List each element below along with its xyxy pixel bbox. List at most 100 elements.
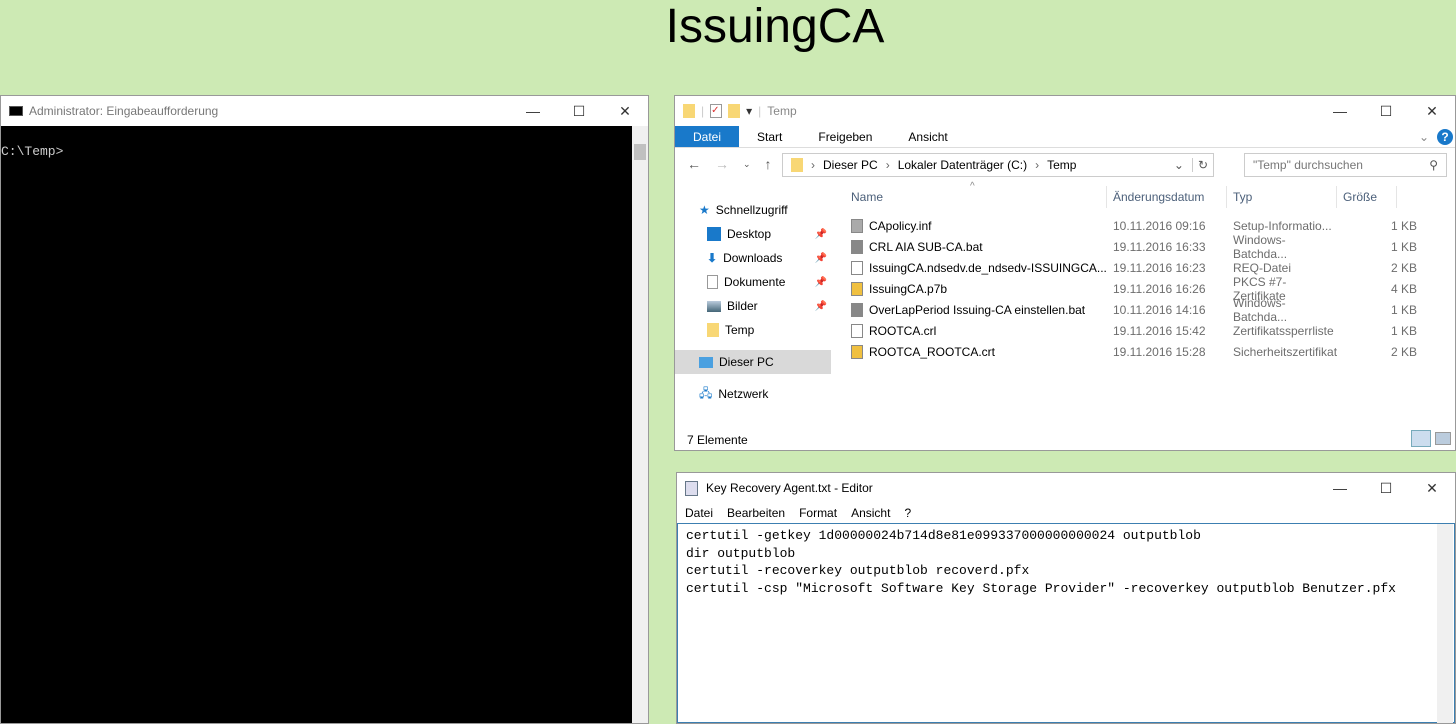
column-date[interactable]: Änderungsdatum xyxy=(1107,186,1227,208)
file-type: Zertifikatssperrliste xyxy=(1233,323,1334,338)
column-type[interactable]: Typ xyxy=(1227,186,1337,208)
column-name[interactable]: Name xyxy=(845,186,1107,208)
text-line: dir outputblob xyxy=(686,545,796,561)
menu-bearbeiten[interactable]: Bearbeiten xyxy=(727,506,785,520)
notepad-text-area[interactable]: certutil -getkey 1d00000024b714d8e81e099… xyxy=(677,523,1455,723)
pin-icon[interactable]: 📌 xyxy=(815,253,827,264)
nav-quick-access[interactable]: ★ Schnellzugriff xyxy=(675,198,831,222)
document-icon xyxy=(707,275,718,289)
address-dropdown-icon[interactable]: ⌄ xyxy=(1174,158,1184,172)
file-size: 2 KB xyxy=(1390,260,1417,275)
menu-datei[interactable]: Datei xyxy=(685,506,713,520)
large-icons-view-icon[interactable] xyxy=(1435,432,1451,445)
file-icon xyxy=(851,239,863,254)
maximize-button[interactable]: ☐ xyxy=(1363,96,1409,126)
file-type: Sicherheitszertifikat xyxy=(1233,344,1338,359)
cmd-scrollbar[interactable] xyxy=(632,126,648,723)
desktop-icon xyxy=(707,227,721,241)
file-name: CApolicy.inf xyxy=(869,218,932,233)
computer-icon xyxy=(699,356,713,368)
file-icon xyxy=(851,302,863,317)
breadcrumb-item[interactable]: Temp xyxy=(1047,158,1076,172)
file-type: REQ-Datei xyxy=(1233,260,1292,275)
help-icon[interactable]: ? xyxy=(1437,129,1453,145)
folder-icon xyxy=(707,323,719,337)
network-icon: 🖧 xyxy=(699,385,713,400)
minimize-button[interactable]: — xyxy=(1317,473,1363,503)
notepad-icon xyxy=(685,480,698,496)
menu-ansicht[interactable]: Ansicht xyxy=(851,506,890,520)
notepad-scrollbar[interactable] xyxy=(1437,524,1453,723)
maximize-button[interactable]: ☐ xyxy=(556,96,602,126)
file-date: 19.11.2016 16:33 xyxy=(1113,239,1206,254)
new-folder-icon[interactable] xyxy=(728,104,741,118)
nav-documents[interactable]: Dokumente 📌 xyxy=(675,270,831,294)
file-date: 19.11.2016 16:26 xyxy=(1113,281,1206,296)
file-name: ROOTCA.crl xyxy=(869,323,937,338)
minimize-button[interactable]: — xyxy=(510,96,556,126)
file-name: IssuingCA.p7b xyxy=(869,281,948,296)
file-date: 19.11.2016 16:23 xyxy=(1113,260,1206,275)
minimize-button[interactable]: — xyxy=(1317,96,1363,126)
explorer-window[interactable]: | ✓ ▾ | Temp — ☐ ✕ Datei Start Freigeben A… xyxy=(674,95,1456,451)
forward-icon[interactable]: → xyxy=(715,156,729,172)
menu-format[interactable]: Format xyxy=(799,506,837,520)
cmd-console[interactable]: C:\Temp> xyxy=(1,126,632,723)
search-input[interactable]: "Temp" durchsuchen ⚲ xyxy=(1244,153,1447,177)
cmd-window[interactable]: Administrator: Eingabeaufforderung — ☐ ✕ C… xyxy=(0,95,649,724)
search-icon: ⚲ xyxy=(1429,158,1438,172)
pin-icon[interactable]: 📌 xyxy=(815,229,827,240)
back-icon[interactable]: ← xyxy=(687,156,701,172)
tab-ansicht[interactable]: Ansicht xyxy=(890,126,965,147)
file-list: CApolicy.inf 10.11.2016 09:16 Setup-Inform… xyxy=(845,215,1417,362)
pictures-icon xyxy=(707,300,721,312)
file-size: 4 KB xyxy=(1390,281,1417,296)
file-row[interactable]: OverLapPeriod Issuing-CA einstellen.bat 1… xyxy=(845,296,1417,324)
tab-freigeben[interactable]: Freigeben xyxy=(800,126,890,147)
file-date: 19.11.2016 15:42 xyxy=(1113,323,1206,338)
file-row[interactable]: ROOTCA_ROOTCA.crt 19.11.2016 15:28 Sicherh… xyxy=(845,341,1417,362)
file-type: Windows-Batchda... xyxy=(1233,232,1288,261)
file-icon xyxy=(851,260,863,275)
file-row[interactable]: ROOTCA.crl 19.11.2016 15:42 Zertifikatsspe… xyxy=(845,320,1417,341)
folder-icon xyxy=(683,104,695,118)
pin-icon[interactable]: 📌 xyxy=(815,301,827,312)
refresh-icon[interactable]: ↻ xyxy=(1191,158,1213,172)
nav-network[interactable]: 🖧 Netzwerk xyxy=(675,382,831,406)
page-title: IssuingCA xyxy=(665,0,885,53)
menu-help[interactable]: ? xyxy=(904,506,911,520)
nav-downloads[interactable]: ⬇ Downloads 📌 xyxy=(675,246,831,270)
close-button[interactable]: ✕ xyxy=(1409,473,1455,503)
file-icon xyxy=(851,344,863,359)
notepad-window[interactable]: Key Recovery Agent.txt - Editor — ☐ ✕ Date… xyxy=(676,472,1456,724)
tab-datei[interactable]: Datei xyxy=(675,126,740,147)
file-icon xyxy=(851,323,863,338)
tab-start[interactable]: Start xyxy=(739,126,800,147)
properties-icon[interactable]: ✓ xyxy=(710,104,723,118)
pin-icon[interactable]: 📌 xyxy=(815,277,827,288)
file-row[interactable]: CRL AIA SUB-CA.bat 19.11.2016 16:33 Window… xyxy=(845,233,1417,261)
nav-temp[interactable]: Temp xyxy=(675,318,831,342)
up-icon[interactable]: ↑ xyxy=(765,156,772,172)
file-size: 1 KB xyxy=(1390,302,1417,317)
address-bar[interactable]: › Dieser PC › Lokaler Datenträger (C:) › Te… xyxy=(782,153,1214,177)
column-size[interactable]: Größe xyxy=(1337,186,1397,208)
file-date: 10.11.2016 14:16 xyxy=(1113,302,1206,317)
notepad-title: Key Recovery Agent.txt - Editor xyxy=(706,481,873,495)
breadcrumb-item[interactable]: Lokaler Datenträger (C:) xyxy=(898,158,1027,172)
nav-this-pc[interactable]: Dieser PC xyxy=(675,350,831,374)
breadcrumb-item[interactable]: Dieser PC xyxy=(823,158,878,172)
nav-desktop[interactable]: Desktop 📌 xyxy=(675,222,831,246)
close-button[interactable]: ✕ xyxy=(602,96,648,126)
quick-access-dropdown-icon[interactable]: ▾ xyxy=(746,104,752,118)
details-view-icon[interactable] xyxy=(1411,430,1431,447)
file-name: OverLapPeriod Issuing-CA einstellen.bat xyxy=(869,302,1086,317)
nav-pictures[interactable]: Bilder 📌 xyxy=(675,294,831,318)
download-icon: ⬇ xyxy=(707,251,718,265)
expand-ribbon-icon[interactable]: ⌄ xyxy=(1413,126,1435,147)
recent-dropdown-icon[interactable]: ⌄ xyxy=(743,159,751,172)
file-date: 10.11.2016 09:16 xyxy=(1113,218,1206,233)
cmd-icon xyxy=(9,106,23,116)
maximize-button[interactable]: ☐ xyxy=(1363,473,1409,503)
close-button[interactable]: ✕ xyxy=(1409,96,1455,126)
